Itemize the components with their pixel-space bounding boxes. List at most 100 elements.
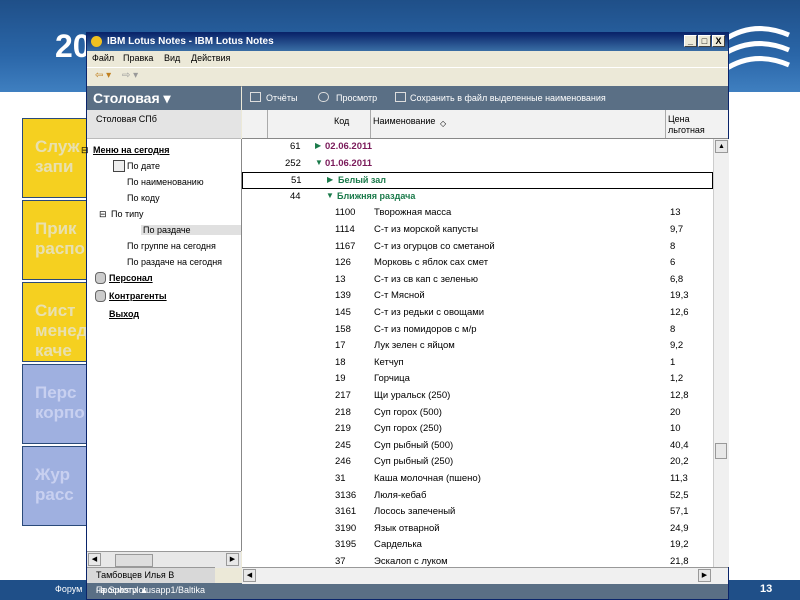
cell-price: 20,2 [670, 456, 689, 468]
table-row[interactable]: 17 Лук зелен с яйцом 9,2 [242, 338, 713, 355]
save-selected-button[interactable]: Сохранить в файл выделенные наименования [410, 93, 606, 103]
category-row[interactable]: 61 ▶ 02.06.2011 [242, 139, 713, 156]
category-row[interactable]: 44 ▼ Ближняя раздача [242, 189, 713, 206]
table-row[interactable]: 158 С-т из помидоров с м/р 8 [242, 322, 713, 339]
table-row[interactable]: 218 Суп горох (500) 20 [242, 405, 713, 422]
table-row[interactable]: 13 С-т из св кап с зеленью 6,8 [242, 272, 713, 289]
menu-edit[interactable]: Правка [123, 53, 153, 63]
nav-item[interactable]: Персонал [109, 273, 153, 283]
tree-collapse-icon[interactable]: ⊟ [99, 209, 107, 220]
menu-actions[interactable]: Действия [191, 53, 230, 63]
expand-right-icon[interactable]: ▶ [327, 175, 333, 184]
slide-menu-box: Перс корпо [22, 364, 92, 444]
column-price-line1[interactable]: Цена [668, 114, 690, 124]
preview-icon[interactable] [318, 92, 329, 102]
table-row[interactable]: 126 Морковь с яблок сах смет 6 [242, 255, 713, 272]
cell-name: Морковь с яблок сах смет [374, 257, 489, 269]
back-arrow-icon[interactable]: ⇦ ▾ [95, 70, 111, 81]
view-horizontal-scrollbar[interactable]: ◀ ▶ [242, 567, 728, 584]
nav-item[interactable]: По дате [127, 161, 160, 171]
table-row[interactable]: 219 Суп горох (250) 10 [242, 421, 713, 438]
nav-item[interactable]: По раздаче [141, 225, 241, 235]
table-row[interactable]: 139 С-т Мясной 19,3 [242, 288, 713, 305]
slide-menu-text: Прик [35, 219, 77, 238]
table-row[interactable]: 19 Горчица 1,2 [242, 371, 713, 388]
category-row[interactable]: 51 ▶ Белый зал [242, 172, 713, 189]
close-button[interactable]: X [712, 35, 725, 47]
table-row[interactable]: 245 Суп рыбный (500) 40,4 [242, 438, 713, 455]
slide-page-number: 13 [760, 583, 773, 595]
preview-button[interactable]: Просмотр [336, 93, 377, 103]
cell-price: 6 [670, 257, 676, 269]
scroll-right-icon[interactable]: ▶ [698, 569, 711, 582]
save-file-icon[interactable] [395, 92, 406, 102]
cell-price: 12,8 [670, 390, 689, 401]
cell-code: 1100 [335, 207, 356, 219]
nav-item[interactable]: Выход [109, 309, 139, 319]
column-name[interactable]: Наименование [373, 116, 435, 126]
navigator-horizontal-scrollbar[interactable]: ◀ ▶ [87, 551, 241, 568]
category-row[interactable]: 252 ▼ 01.06.2011 [242, 156, 713, 173]
menu-file[interactable]: Файл [92, 53, 114, 63]
expand-down-icon[interactable]: ▼ [315, 158, 323, 167]
table-row[interactable]: 37 Эскалоп с луком 21,8 [242, 554, 713, 567]
slide-footer-text: Форум [55, 584, 83, 594]
menu-view[interactable]: Вид [164, 53, 180, 63]
column-separator [370, 110, 371, 138]
scroll-left-icon[interactable]: ◀ [88, 553, 101, 566]
nav-item[interactable]: По наименованию [127, 177, 204, 187]
database-header[interactable]: Столовая ▾ [87, 86, 241, 110]
cell-code: 246 [335, 456, 351, 468]
nav-item[interactable]: По коду [127, 193, 160, 203]
cell-code: 1114 [335, 224, 355, 235]
table-row[interactable]: 3195 Сарделька 19,2 [242, 537, 713, 554]
table-row[interactable]: 31 Каша молочная (пшено) 11,3 [242, 471, 713, 488]
table-row[interactable]: 217 Щи уральск (250) 12,8 [242, 388, 713, 405]
scroll-up-icon[interactable]: ▲ [715, 140, 728, 153]
cell-price: 6,8 [670, 273, 684, 285]
slide-menu-box: Жур расс [22, 446, 92, 526]
cell-price: 9,7 [670, 224, 684, 235]
column-headers: Код Наименование ◇ Цена льготная [242, 110, 728, 139]
reports-icon[interactable] [250, 92, 261, 102]
table-row[interactable]: 3190 Язык отварной 24,9 [242, 521, 713, 538]
cell-name: Люля-кебаб [374, 489, 427, 501]
category-label: Белый зал [338, 175, 386, 186]
window-title: IBM Lotus Notes - IBM Lotus Notes [107, 36, 274, 47]
reports-button[interactable]: Отчёты [266, 93, 297, 103]
scroll-left-icon[interactable]: ◀ [243, 569, 256, 582]
minimize-button[interactable]: _ [684, 35, 697, 47]
cell-code: 218 [335, 406, 351, 418]
view-vertical-scrollbar[interactable]: ▲ [713, 139, 729, 567]
nav-item[interactable]: Контрагенты [109, 291, 167, 301]
table-row[interactable]: 1167 С-т из огурцов со сметаной 8 [242, 239, 713, 256]
forward-arrow-icon[interactable]: ⇨ ▾ [122, 70, 138, 81]
scroll-thumb[interactable] [715, 443, 727, 459]
database-title[interactable]: Столовая ▾ [93, 90, 171, 107]
maximize-button[interactable]: □ [698, 35, 711, 47]
table-row[interactable]: 1114 С-т из морской капусты 9,7 [242, 222, 713, 239]
expand-down-icon[interactable]: ▼ [326, 191, 334, 200]
table-row[interactable]: 246 Суп рыбный (250) 20,2 [242, 454, 713, 471]
window-titlebar[interactable]: IBM Lotus Notes - IBM Lotus Notes _ □ X [87, 33, 728, 51]
cell-price: 11,3 [670, 473, 688, 484]
cell-code: 13 [335, 273, 346, 285]
nav-item[interactable]: Меню на сегодня [93, 145, 170, 155]
nav-item[interactable]: По группе на сегодня [127, 241, 216, 251]
expand-right-icon[interactable]: ▶ [315, 141, 321, 150]
tree-collapse-icon[interactable]: ⊟ [81, 145, 89, 156]
table-row[interactable]: 3136 Люля-кебаб 52,5 [242, 488, 713, 505]
preview-toggle[interactable]: Просмотр ▲ [96, 585, 149, 595]
table-row[interactable]: 145 С-т из редьки с овощами 12,6 [242, 305, 713, 322]
table-row[interactable]: 18 Кетчуп 1 [242, 355, 713, 372]
column-code[interactable]: Код [334, 116, 349, 126]
column-price-line2[interactable]: льготная [668, 125, 705, 135]
scroll-right-icon[interactable]: ▶ [226, 553, 239, 566]
table-row[interactable]: 3161 Лосось запеченый 57,1 [242, 504, 713, 521]
table-row[interactable]: 1100 Творожная масса 13 [242, 205, 713, 222]
sort-icon[interactable]: ◇ [440, 119, 446, 128]
scroll-thumb[interactable] [115, 554, 153, 567]
nav-item[interactable]: По раздаче на сегодня [127, 257, 222, 267]
cell-name: С-т из св кап с зеленью [374, 273, 478, 285]
nav-item[interactable]: По типу [111, 209, 144, 219]
